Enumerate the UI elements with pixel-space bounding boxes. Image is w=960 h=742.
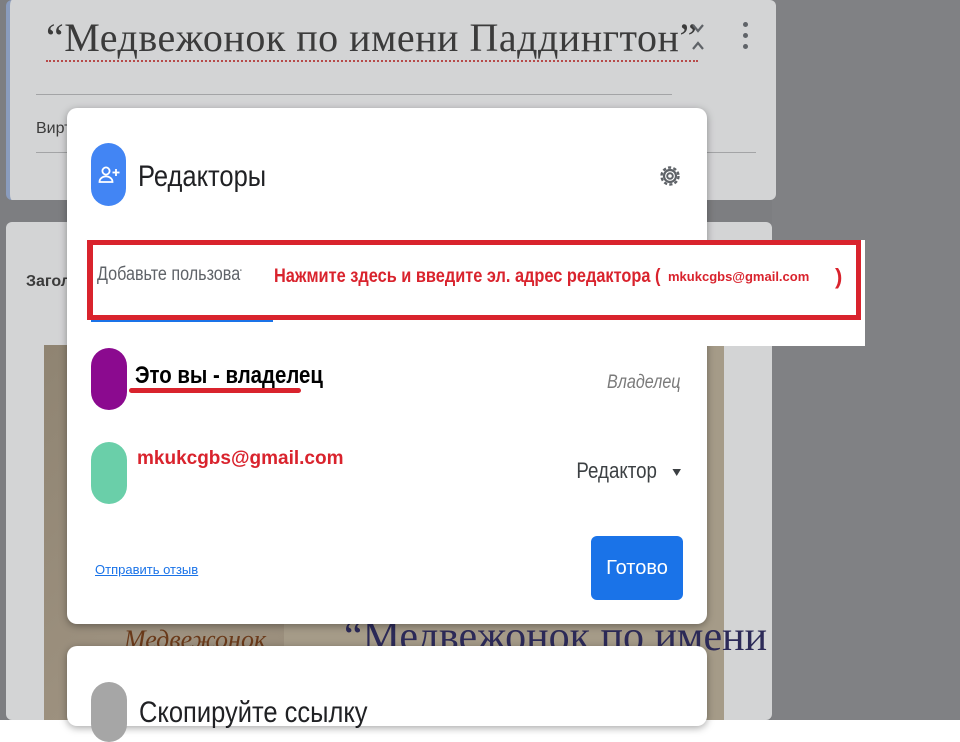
owner-highlight-underline (129, 388, 301, 393)
owner-role: Владелец (607, 372, 681, 393)
editor-email: mkukcgbs@gmail.com (137, 448, 344, 469)
more-vert-icon[interactable] (742, 22, 748, 52)
person-add-icon (91, 143, 126, 206)
avatar (91, 442, 127, 504)
editors-dialog: Редакторы Добавьте пользователей и Это в… (67, 108, 707, 624)
editor-role-label: Редактор (576, 458, 658, 483)
title-divider (36, 94, 672, 95)
avatar (91, 348, 127, 410)
owner-name: Это вы - владелец (135, 362, 323, 389)
dropdown-caret-icon (672, 468, 681, 476)
dialog-title: Редакторы (138, 160, 267, 193)
editor-role-dropdown[interactable]: Редактор (577, 458, 681, 484)
send-feedback-link[interactable]: Отправить отзыв (95, 562, 198, 577)
copy-link-title: Скопируйте ссылку (139, 696, 368, 729)
annotation-instruction: Нажмите здесь и введите эл. адрес редакт… (274, 266, 661, 287)
gear-icon[interactable] (657, 158, 683, 194)
collapse-icon[interactable] (690, 22, 706, 52)
question-header: Загол (26, 273, 71, 290)
done-button[interactable]: Готово (591, 536, 683, 600)
annotation-closing-paren: ) (835, 264, 843, 289)
editor-row: mkukcgbs@gmail.com Редактор (91, 442, 681, 506)
annotation-email: mkukcgbs@gmail.com (668, 269, 810, 284)
link-icon (91, 682, 127, 742)
form-title: “Медвежонок по имени Паддингтон” (46, 15, 698, 62)
input-focus-underline (91, 320, 273, 322)
copy-link-dialog: Скопируйте ссылку (67, 646, 707, 742)
owner-row: Это вы - владелец Владелец (91, 348, 681, 410)
person-add-glyph (98, 166, 120, 183)
right-gray-strip (772, 0, 960, 720)
